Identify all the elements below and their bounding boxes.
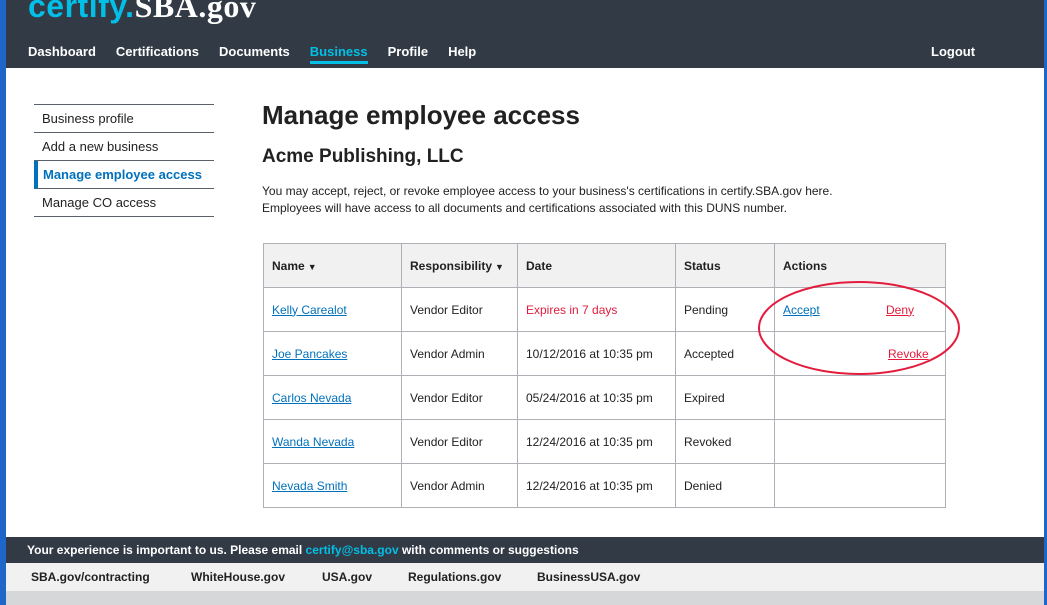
footer-link-businessusa[interactable]: BusinessUSA.gov [537, 570, 640, 584]
annotation-circle [758, 281, 960, 375]
date-cell: 05/24/2016 at 10:35 pm [517, 375, 676, 420]
feedback-text-before: Your experience is important to us. Plea… [27, 543, 306, 557]
date-cell: 12/24/2016 at 10:35 pm [517, 463, 676, 508]
actions-cell [774, 375, 946, 420]
responsibility-cell: Vendor Editor [401, 419, 518, 464]
logo-part-sba: SBA.gov [134, 0, 257, 24]
description-line-2: Employees will have access to all docume… [262, 201, 787, 215]
actions-cell [774, 419, 946, 464]
footer-link-whitehouse[interactable]: WhiteHouse.gov [191, 570, 285, 584]
site-header: certify.SBA.gov Dashboard Certifications… [6, 0, 1044, 68]
employee-name-link[interactable]: Kelly Carealot [272, 303, 347, 317]
logo-part-certify: certify. [28, 0, 135, 24]
footer-links: SBA.gov/contracting WhiteHouse.gov USA.g… [6, 563, 1044, 591]
footer-link-usa[interactable]: USA.gov [322, 570, 372, 584]
footer-bottom-band [6, 591, 1044, 605]
footer-link-regulations[interactable]: Regulations.gov [408, 570, 501, 584]
window-frame-left [0, 0, 6, 605]
nav-business[interactable]: Business [309, 44, 368, 64]
sidebar-item-manage-co-access[interactable]: Manage CO access [34, 189, 214, 217]
logout-link[interactable]: Logout [931, 44, 975, 59]
sidebar-item-manage-employee-access[interactable]: Manage employee access [34, 161, 214, 189]
date-cell: 10/12/2016 at 10:35 pm [517, 331, 676, 376]
responsibility-cell: Vendor Admin [401, 331, 518, 376]
nav-help[interactable]: Help [448, 44, 476, 64]
responsibility-cell: Vendor Editor [401, 287, 518, 332]
sidebar-nav: Business profile Add a new business Mana… [34, 104, 214, 217]
nav-certifications[interactable]: Certifications [116, 44, 199, 64]
description-line-1: You may accept, reject, or revoke employ… [262, 184, 833, 198]
status-cell: Denied [675, 463, 775, 508]
page-description: You may accept, reject, or revoke employ… [262, 183, 942, 217]
status-cell: Expired [675, 375, 775, 420]
status-cell: Revoked [675, 419, 775, 464]
employee-name-link[interactable]: Wanda Nevada [272, 435, 354, 449]
sidebar-item-business-profile[interactable]: Business profile [34, 105, 214, 133]
column-header-responsibility[interactable]: Responsibility ▼ [401, 243, 518, 288]
employee-name-link[interactable]: Nevada Smith [272, 479, 347, 493]
nav-documents[interactable]: Documents [219, 44, 290, 64]
feedback-bar: Your experience is important to us. Plea… [6, 537, 1044, 563]
feedback-email-link[interactable]: certify@sba.gov [306, 543, 399, 557]
nav-dashboard[interactable]: Dashboard [28, 44, 96, 64]
employee-name-link[interactable]: Carlos Nevada [272, 391, 351, 405]
date-cell: 12/24/2016 at 10:35 pm [517, 419, 676, 464]
page-title: Manage employee access [262, 100, 580, 130]
sort-caret-icon: ▼ [495, 261, 504, 272]
nav-profile[interactable]: Profile [388, 44, 428, 64]
responsibility-cell: Vendor Admin [401, 463, 518, 508]
employee-name-link[interactable]: Joe Pancakes [272, 347, 347, 361]
footer-link-sba-contracting[interactable]: SBA.gov/contracting [31, 570, 150, 584]
date-cell: Expires in 7 days [517, 287, 676, 332]
sidebar-item-add-business[interactable]: Add a new business [34, 133, 214, 161]
table-row: Carlos Nevada Vendor Editor 05/24/2016 a… [263, 375, 946, 420]
table-row: Wanda Nevada Vendor Editor 12/24/2016 at… [263, 419, 946, 464]
feedback-message: Your experience is important to us. Plea… [27, 543, 579, 557]
column-header-date: Date [517, 243, 676, 288]
feedback-text-after: with comments or suggestions [398, 543, 579, 557]
actions-cell [774, 463, 946, 508]
column-header-responsibility-label: Responsibility [410, 258, 493, 273]
responsibility-cell: Vendor Editor [401, 375, 518, 420]
business-name: Acme Publishing, LLC [262, 146, 464, 167]
table-row: Nevada Smith Vendor Admin 12/24/2016 at … [263, 463, 946, 508]
column-header-name-label: Name [272, 258, 305, 273]
sort-caret-icon: ▼ [307, 261, 317, 272]
site-logo[interactable]: certify.SBA.gov [28, 0, 256, 25]
column-header-name[interactable]: Name ▼ [263, 243, 402, 288]
main-nav: Dashboard Certifications Documents Busin… [28, 44, 496, 64]
